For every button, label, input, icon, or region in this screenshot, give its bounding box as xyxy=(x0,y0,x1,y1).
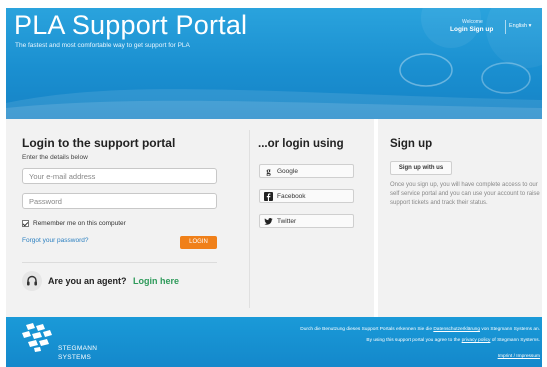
language-selector[interactable]: English ▾ xyxy=(509,23,531,29)
login-subtitle: Enter the details below xyxy=(22,154,88,161)
column-divider xyxy=(249,130,250,308)
header-signup-link[interactable]: Sign up xyxy=(470,26,494,33)
footer-en-text-after: of Stegmann Systems. xyxy=(490,338,540,343)
signup-divider xyxy=(374,119,378,317)
login-title: Login to the support portal xyxy=(22,136,176,150)
facebook-icon xyxy=(264,191,273,201)
remember-checkbox[interactable] xyxy=(22,220,29,227)
agent-prompt: Are you an agent? Login here xyxy=(48,276,179,286)
remember-me[interactable]: Remember me on this computer xyxy=(22,220,126,227)
password-field[interactable]: Password xyxy=(22,193,217,209)
chevron-down-icon: ▾ xyxy=(528,23,532,29)
login-button[interactable]: LOGIN xyxy=(180,236,217,249)
remember-label: Remember me on this computer xyxy=(33,220,126,227)
footer-en-text-before: By using this support portal you agree t… xyxy=(366,338,462,343)
welcome-text: Welcome xyxy=(462,19,483,25)
agent-divider xyxy=(22,262,217,263)
twitter-login-button[interactable]: Twitter xyxy=(259,214,354,228)
signup-button[interactable]: Sign up with us xyxy=(390,161,452,175)
portal-tagline: The fastest and most comfortable way to … xyxy=(15,42,190,49)
password-placeholder: Password xyxy=(29,197,62,206)
social-login-title: ...or login using xyxy=(258,138,344,150)
google-login-button[interactable]: g Google xyxy=(259,164,354,178)
google-label: Google xyxy=(277,167,298,175)
stegmann-logo-icon xyxy=(20,323,56,358)
language-separator xyxy=(505,20,506,34)
footer-datenschutz-link[interactable]: Datenschutzerklärung xyxy=(433,327,480,332)
logo-text-line2: SYSTEMS xyxy=(58,354,92,361)
email-placeholder: Your e-mail address xyxy=(29,172,96,181)
header-login-link[interactable]: Login xyxy=(450,26,468,33)
footer-de-text-after: von Stegmann Systems an. xyxy=(480,327,540,332)
twitter-label: Twitter xyxy=(277,217,297,225)
footer-english-notice: By using this support portal you agree t… xyxy=(366,338,540,343)
facebook-label: Facebook xyxy=(277,192,306,200)
header-banner: PLA Support Portal The fastest and most … xyxy=(6,8,542,119)
portal-title: PLA Support Portal xyxy=(14,10,248,40)
auth-links: Login Sign up xyxy=(450,26,493,33)
agent-question: Are you an agent? xyxy=(48,276,127,286)
footer-german-notice: Durch die Benutzung dieses Support Porta… xyxy=(300,327,540,332)
facebook-login-button[interactable]: Facebook xyxy=(259,189,354,203)
agent-login-link[interactable]: Login here xyxy=(133,276,179,286)
footer-privacy-link[interactable]: privacy policy xyxy=(462,338,491,343)
signup-title: Sign up xyxy=(390,138,433,150)
headset-icon xyxy=(22,271,42,291)
signup-description: Once you sign up, you will have complete… xyxy=(390,182,540,206)
email-field[interactable]: Your e-mail address xyxy=(22,168,217,184)
logo-text-line1: STEGMANN xyxy=(58,345,98,352)
language-label: English xyxy=(509,23,528,29)
twitter-icon xyxy=(264,217,273,226)
forgot-password-link[interactable]: Forgot your password? xyxy=(22,237,88,244)
google-icon: g xyxy=(266,166,271,176)
imprint-link[interactable]: Imprint / Impressum xyxy=(498,354,540,359)
footer-de-text-before: Durch die Benutzung dieses Support Porta… xyxy=(300,327,434,332)
